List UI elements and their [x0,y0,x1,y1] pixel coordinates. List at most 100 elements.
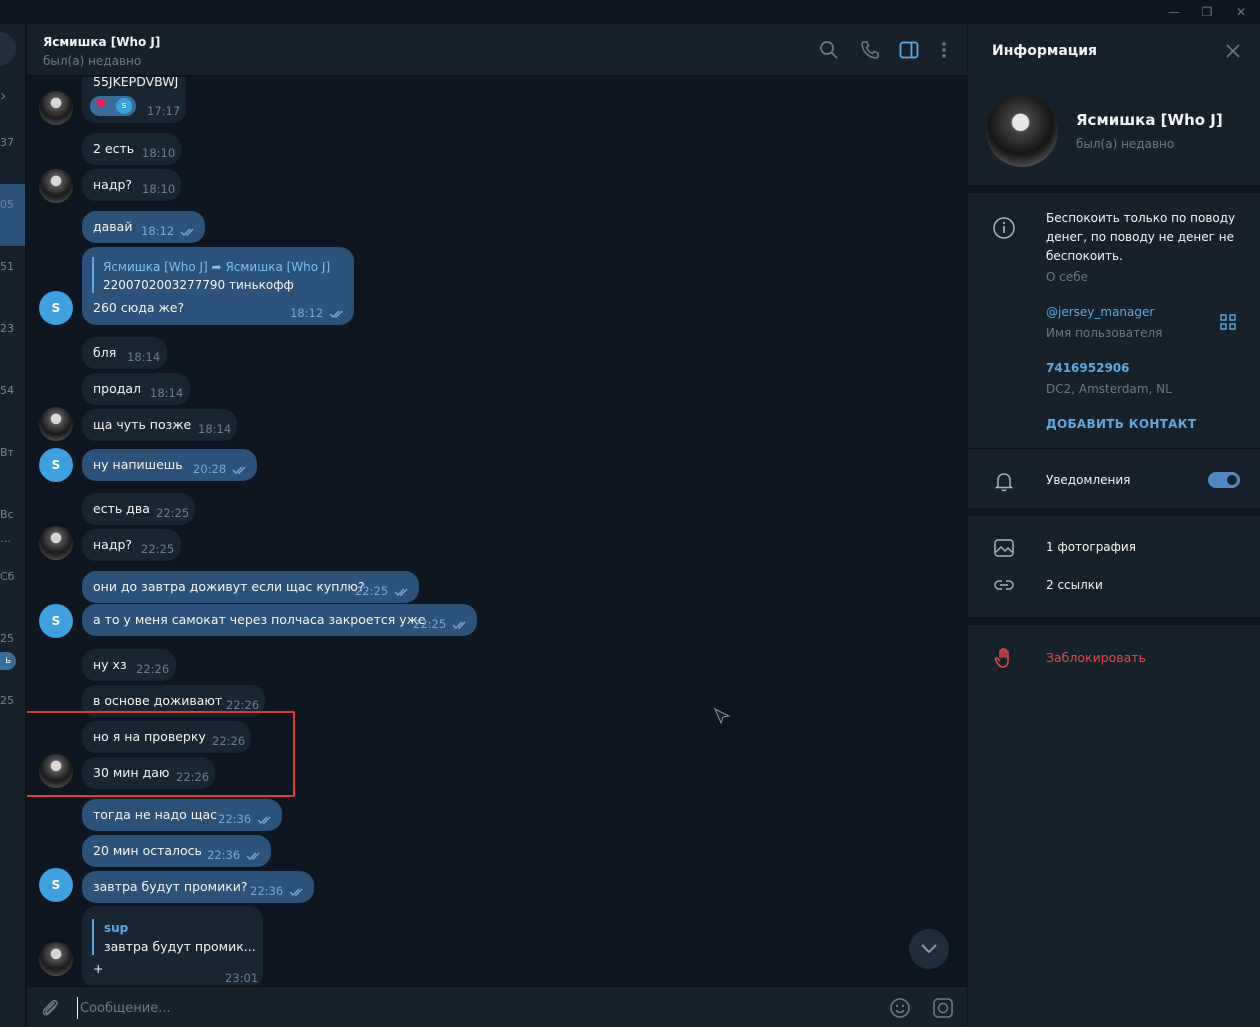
reply-message[interactable]: sup завтра будут промик... + 23:01 [82,906,263,985]
photo-icon [994,539,1014,557]
message-bubble[interactable]: есть два 22:25 [82,493,195,525]
reply-text: завтра будут промик... [104,939,256,954]
avatar[interactable]: S [39,868,73,902]
message-bubble[interactable]: продал 18:14 [82,373,190,405]
message-text: в основе доживают [93,693,223,708]
divider [968,448,1260,449]
forward-header[interactable]: Ясмишка [Who J] ➦ Ясмишка [Who J] [103,260,330,274]
add-contact-button[interactable]: ДОБАВИТЬ КОНТАКТ [1046,417,1196,431]
message-text: 2 есть [93,141,135,156]
avatar[interactable] [39,942,73,976]
sidebar-toggle-icon[interactable] [899,40,919,60]
message-text: есть два [93,501,150,516]
chevron-right-icon[interactable]: › [0,86,6,105]
more-options-icon[interactable] [934,40,954,60]
read-check-icon [329,310,343,318]
chat-item-time: 25 [0,632,14,645]
avatar[interactable] [39,526,73,560]
message-bubble[interactable]: надр? 18:10 [82,169,181,201]
message-time: 18:14 [198,422,232,436]
close-window-button[interactable]: ✕ [1231,4,1251,20]
maximize-button[interactable]: ❐ [1197,4,1217,20]
message-bubble[interactable]: бля 18:14 [82,337,167,369]
active-chat-item[interactable] [0,184,25,246]
minimize-button[interactable]: — [1164,4,1184,20]
message-bubble[interactable]: завтра будут промики? 22:36 [82,871,314,903]
message-bubble[interactable]: ща чуть позже 18:14 [82,409,237,441]
username-label: Имя пользователя [1046,326,1163,340]
read-check-icon [289,888,303,896]
chat-header[interactable]: Ясмишка [Who J] был(а) недавно [27,24,967,76]
message-text: бля [93,345,117,360]
message-bubble[interactable]: ну хз 22:26 [82,649,176,681]
message-text: они до завтра доживут если щас куплю? [93,579,365,594]
message-time: 18:10 [142,146,176,160]
reply-author: sup [104,921,129,935]
profile-avatar[interactable] [986,95,1058,167]
block-button[interactable]: Заблокировать [1046,650,1146,665]
profile-status: был(а) недавно [1076,137,1175,151]
avatar[interactable] [39,91,73,125]
read-check-icon [232,466,246,474]
message-text: ну напишешь [93,457,183,472]
forward-arrow-icon: ➦ [211,260,222,274]
search-field[interactable] [0,32,16,66]
message-bubble[interactable]: 55JKEPDVBWJ ♥ s 17:17 [82,77,186,123]
message-text: продал [93,381,142,396]
message-time: 22:26 [226,698,260,712]
message-text: тогда не надо щас [93,807,218,822]
close-icon[interactable] [1226,44,1240,58]
scroll-down-button[interactable] [909,929,949,969]
chat-item-time: 51 [0,260,14,273]
message-bubble[interactable]: давай 18:12 [82,211,205,243]
message-time: 22:25 [413,617,447,631]
user-id[interactable]: 7416952906 [1046,359,1130,378]
message-input[interactable] [77,997,837,1019]
search-icon[interactable] [819,40,839,60]
bio-label: О себе [1046,270,1089,284]
message-text: надр? [93,537,133,552]
message-bubble[interactable]: тогда не надо щас 22:36 [82,799,282,831]
avatar[interactable]: S [39,448,73,482]
message-bubble[interactable]: 20 мин осталось 22:36 [82,835,271,867]
chat-title[interactable]: Ясмишка [Who J] [43,35,160,49]
avatar[interactable]: S [39,291,73,325]
message-time: 18:12 [290,306,324,320]
message-time: 20:28 [193,462,227,476]
camera-icon[interactable] [932,997,954,1019]
chat-item-time: 25 [0,694,14,707]
message-text: ну хз [93,657,127,672]
forwarded-message[interactable]: Ясмишка [Who J] ➦ Ясмишка [Who J] 220070… [82,247,354,325]
notifications-label: Уведомления [1046,473,1131,487]
avatar[interactable]: S [39,604,73,638]
message-bubble[interactable]: 2 есть 18:10 [82,133,181,165]
reaction[interactable]: ♥ s [90,96,136,116]
qr-code-icon[interactable] [1220,314,1236,330]
chat-item-time: Вт [0,446,14,459]
attach-icon[interactable] [39,997,61,1019]
section-divider [968,185,1260,193]
emoji-icon[interactable] [889,997,911,1019]
chat-list[interactable]: › 37 05 51 23 54 Вт Вс … Сб 25 ь 25 [0,24,26,1027]
avatar[interactable] [39,169,73,203]
avatar[interactable] [39,407,73,441]
phone-icon[interactable] [860,40,880,60]
message-bubble[interactable]: они до завтра доживут если щас куплю? 22… [82,571,419,603]
message-composer[interactable] [27,986,967,1027]
message-time: 18:14 [150,386,184,400]
username[interactable]: @jersey_manager [1046,303,1154,322]
notifications-toggle[interactable] [1208,472,1240,488]
read-check-icon [452,621,466,629]
message-text: давай [93,219,133,234]
profile-name: Ясмишка [Who J] [1076,111,1223,129]
section-divider [968,508,1260,516]
photos-link[interactable]: 1 фотография [1046,538,1136,557]
message-bubble[interactable]: ну напишешь 20:28 [82,449,257,481]
message-bubble[interactable]: а то у меня самокат через полчаса закрое… [82,604,477,636]
message-text: а то у меня самокат через полчаса закрое… [93,612,426,627]
message-time: 22:36 [250,884,284,898]
message-list[interactable]: 55JKEPDVBWJ ♥ s 17:17 2 есть 18:10 надр?… [27,77,967,985]
read-check-icon [246,852,260,860]
message-bubble[interactable]: надр? 22:25 [82,529,181,561]
links-link[interactable]: 2 ссылки [1046,576,1103,595]
